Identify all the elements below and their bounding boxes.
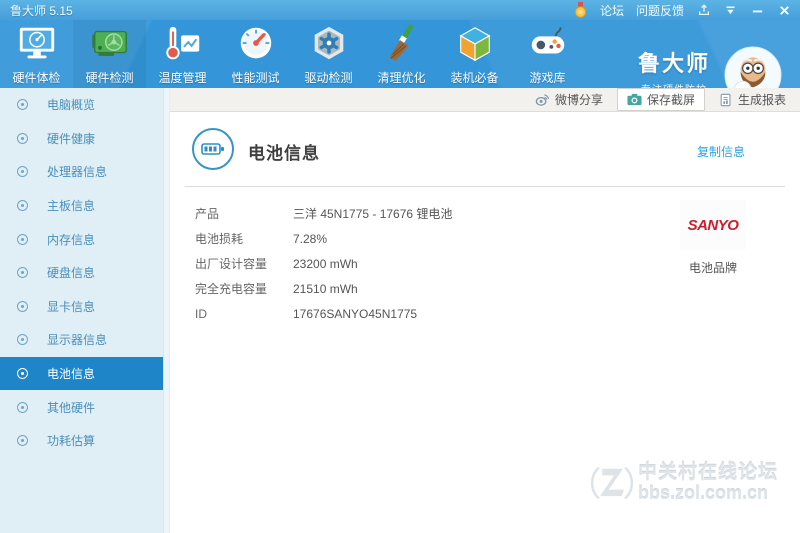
battery-brand-logo: SANYO (680, 200, 746, 250)
weibo-share-button[interactable]: 微博分享 (535, 91, 603, 108)
radio-dot-icon (17, 368, 28, 380)
toolbar-item-hardware-detect[interactable]: 硬件检测 (73, 20, 146, 88)
titlebar: 鲁大师 5.15 论坛 问题反馈 (0, 0, 800, 20)
toolbar-item-hardware-checkup[interactable]: 硬件体检 (0, 20, 73, 88)
row-value: 17676SANYO45N1775 (293, 306, 418, 321)
radio-dot-icon (17, 401, 28, 413)
toolbar-item-label: 温度管理 (158, 71, 207, 85)
main-panel: 微博分享 保存截屏 生成报表 电池信息 复制信息 产品 三洋 45N1775 -… (170, 88, 800, 533)
divider (185, 186, 785, 187)
toolbar-item-driver-detect[interactable]: 驱动检测 (292, 20, 365, 88)
row-value: 21510 mWh (293, 281, 358, 296)
row-value: 23200 mWh (293, 256, 358, 271)
radio-dot-icon (17, 200, 28, 212)
report-icon (720, 93, 731, 106)
page-title: 电池信息 (248, 144, 320, 163)
sidebar-item-monitor-info[interactable]: 显示器信息 (0, 323, 163, 357)
minimize-button[interactable] (750, 2, 765, 18)
sidebar-item-gpu-info[interactable]: 显卡信息 (0, 290, 163, 324)
toolbar-item-cleanup[interactable]: 清理优化 (365, 20, 438, 88)
table-row: ID 17676SANYO45N1775 (170, 301, 800, 326)
brand-slogan: 专注硬件防护 (638, 81, 710, 88)
cube-icon (454, 20, 496, 68)
battery-icon (192, 128, 234, 170)
row-label: ID (195, 306, 207, 321)
radio-dot-icon (17, 132, 28, 144)
sidebar-item-motherboard-info[interactable]: 主板信息 (0, 189, 163, 223)
weibo-icon (535, 94, 550, 106)
row-label: 出厂设计容量 (195, 257, 268, 271)
sidebar-item-disk-info[interactable]: 硬盘信息 (0, 256, 163, 290)
toolbar-item-label: 驱动检测 (304, 71, 353, 85)
generate-report-button[interactable]: 生成报表 (719, 91, 786, 108)
sidebar-item-memory-info[interactable]: 内存信息 (0, 222, 163, 256)
copy-info-link[interactable]: 复制信息 (697, 143, 745, 160)
gamepad-icon (527, 20, 569, 68)
battery-brand-caption: 电池品牌 (688, 261, 737, 275)
row-label: 电池损耗 (195, 232, 244, 246)
radio-dot-icon (17, 334, 28, 346)
row-label: 完全充电容量 (195, 282, 268, 296)
skin-icon[interactable] (723, 2, 738, 18)
radio-dot-icon (17, 267, 28, 279)
main-toolbar: 硬件体检 硬件检测 温度管理 性能测试 驱动检测 清理优化 装机必备 游戏库 鲁… (0, 20, 800, 88)
close-button[interactable] (777, 2, 792, 18)
save-screenshot-button[interactable]: 保存截屏 (616, 88, 705, 111)
sidebar-item-other-hardware[interactable]: 其他硬件 (0, 390, 163, 424)
medal-icon (573, 2, 588, 18)
brand-block: 鲁大师 专注硬件防护 (638, 46, 710, 88)
speedometer-icon (235, 20, 277, 68)
sidebar-item-hardware-health[interactable]: 硬件健康 (0, 122, 163, 156)
forum-link[interactable]: 论坛 (600, 2, 624, 19)
radio-dot-icon (17, 99, 28, 111)
radio-dot-icon (17, 166, 28, 178)
thermometer-icon (162, 20, 204, 68)
monitor-checkup-icon (16, 20, 58, 68)
toolbar-item-label: 游戏库 (529, 71, 566, 85)
row-value: 三洋 45N1775 - 17676 锂电池 (293, 207, 453, 221)
toolbar-item-performance-test[interactable]: 性能测试 (219, 20, 292, 88)
feedback-link[interactable]: 问题反馈 (636, 2, 684, 19)
sidebar-item-computer-overview[interactable]: 电脑概览 (0, 88, 163, 122)
sidebar-nav: 电脑概览 硬件健康 处理器信息 主板信息 内存信息 硬盘信息 显卡信息 显示器信… (0, 88, 163, 533)
radio-dot-icon (17, 300, 28, 312)
mascot-icon (724, 46, 782, 88)
toolbar-item-label: 硬件检测 (85, 71, 134, 85)
table-row: 完全充电容量 21510 mWh (170, 276, 800, 301)
toolbar-item-label: 性能测试 (231, 71, 280, 85)
broom-icon (381, 20, 423, 68)
gear-hexagon-icon (308, 20, 350, 68)
ludashi-window: 鲁大师 5.15 论坛 问题反馈 硬件体检 硬件检测 温度管理 性能测试 驱动检… (0, 0, 800, 533)
toolbar-item-game-library[interactable]: 游戏库 (511, 20, 584, 88)
sidebar-item-cpu-info[interactable]: 处理器信息 (0, 155, 163, 189)
row-label: 产品 (195, 207, 220, 221)
row-value: 7.28% (293, 231, 328, 246)
action-bar: 微博分享 保存截屏 生成报表 (170, 88, 800, 112)
toolbar-item-label: 硬件体检 (12, 71, 61, 85)
battery-info-page: 电池信息 复制信息 产品 三洋 45N1775 - 17676 锂电池 电池损耗… (170, 112, 800, 533)
brand-name: 鲁大师 (637, 51, 710, 76)
sidebar-item-battery-info[interactable]: 电池信息 (0, 356, 163, 391)
toolbar-item-pc-builder[interactable]: 装机必备 (438, 20, 511, 88)
radio-dot-icon (17, 233, 28, 245)
sidebar-scrollbar (163, 88, 170, 533)
toolbar-item-label: 装机必备 (450, 71, 499, 85)
sidebar-item-power-estimate[interactable]: 功耗估算 (0, 424, 163, 458)
toolbar-item-label: 清理优化 (377, 71, 426, 85)
toolbar-item-temperature[interactable]: 温度管理 (146, 20, 219, 88)
camera-icon (627, 93, 642, 106)
radio-dot-icon (17, 435, 28, 447)
window-title: 鲁大师 5.15 (10, 3, 73, 18)
gpu-card-icon (89, 20, 131, 68)
share-icon[interactable] (696, 2, 711, 18)
